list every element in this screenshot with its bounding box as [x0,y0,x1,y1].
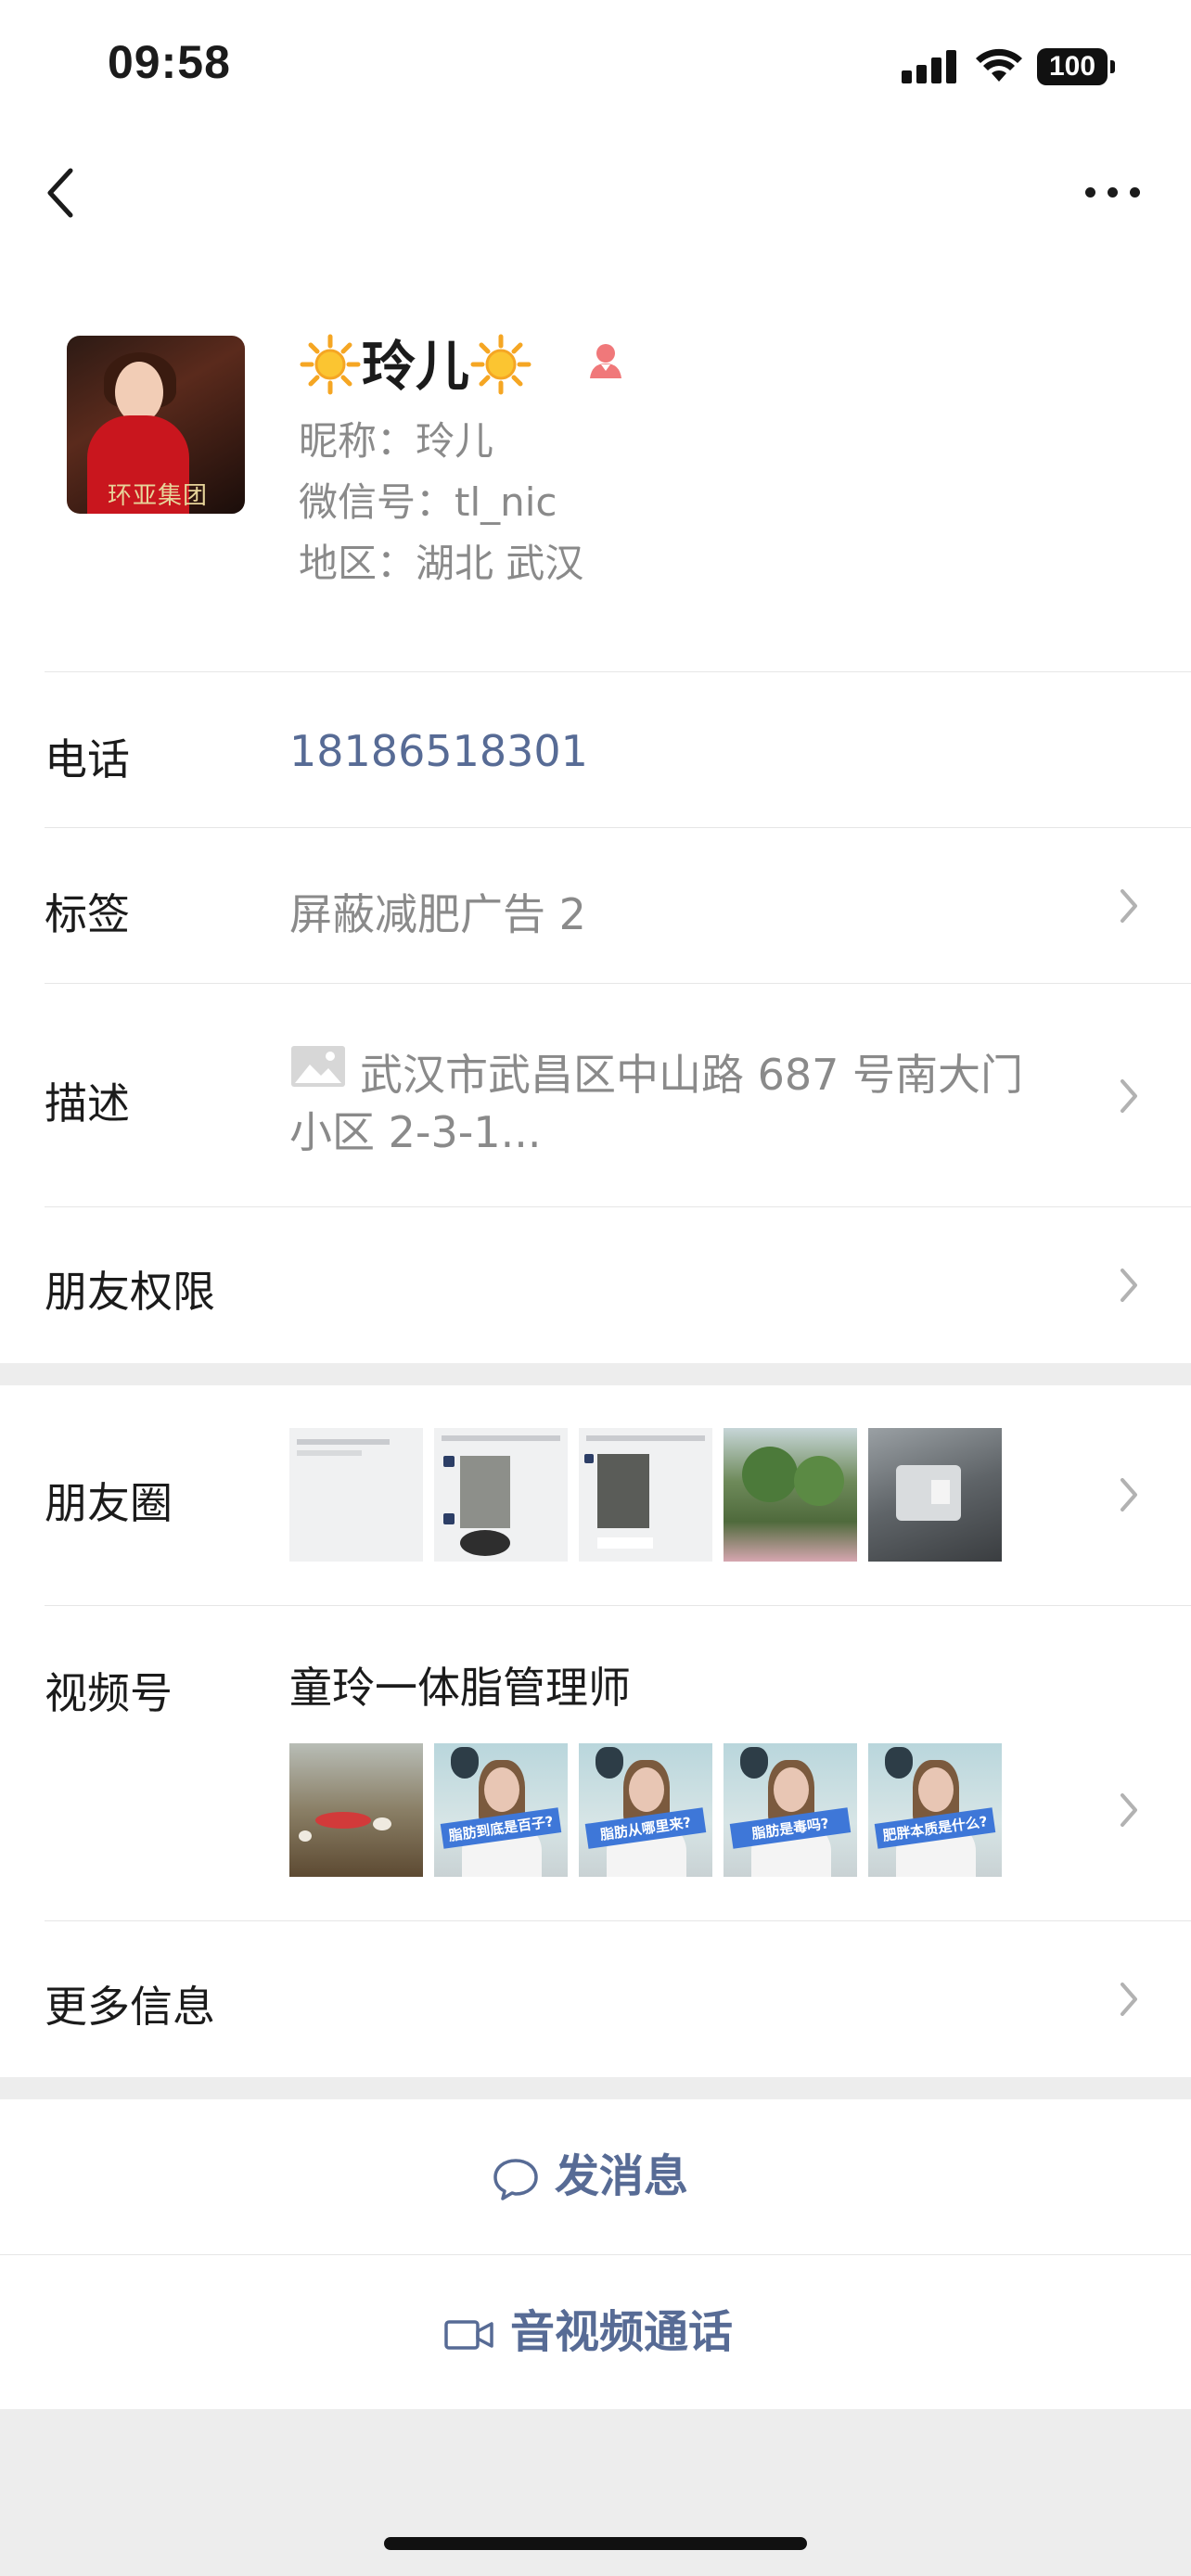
channel-video-thumbnail: 脂肪从哪里来? [579,1743,712,1877]
send-message-label: 发消息 [555,2150,689,2202]
moments-label: 朋友圈 [45,1478,173,1528]
avatar-logo-text: 环亚集团 [108,482,209,510]
cellular-signal-icon [902,50,957,83]
more-info-label: 更多信息 [45,1982,215,2032]
friend-permissions-label: 朋友权限 [45,1267,215,1317]
moments-thumbnail [289,1428,423,1562]
moments-thumbnail [434,1428,568,1562]
region-text: 地区：湖北 武汉 [299,541,584,586]
description-label: 描述 [45,1078,130,1129]
moments-thumbnail [868,1428,1002,1562]
divider [45,827,1191,828]
video-camera-icon [444,2320,493,2350]
moments-thumbnail [579,1428,712,1562]
female-gender-icon [590,344,621,378]
chevron-right-icon [1121,1079,1137,1113]
sun-emoji-icon [300,334,361,395]
chat-bubble-icon [493,2159,538,2200]
wifi-icon [976,48,1022,82]
more-options-icon[interactable] [1085,184,1141,202]
channel-video-thumbnail: 脂肪是毒吗? [724,1743,857,1877]
bottom-area [0,2409,1191,2576]
wechat-id-text: 微信号：tl_nic [299,479,557,525]
profile-name: 玲儿 [299,323,532,401]
section-gap [0,1363,1191,1385]
nickname-text: 昵称：玲儿 [299,418,494,464]
phone-number-link[interactable]: 18186518301 [289,726,588,776]
profile-header: 环亚集团 玲儿 昵称：玲儿 微信号：tl_nic 地区：湖北 武汉 [0,306,1191,672]
image-placeholder-icon [291,1046,345,1087]
channel-video-thumbnail: 脂肪到底是百子? [434,1743,568,1877]
divider [45,1920,1191,1921]
tags-value: 屏蔽减肥广告 2 [289,889,586,939]
profile-name-text: 玲儿 [362,335,470,398]
moments-thumbnail [724,1428,857,1562]
divider [45,1206,1191,1207]
battery-icon: 100 [1037,48,1115,85]
description-line-2: 小区 2-3-1... [289,1107,542,1157]
section-gap [0,2077,1191,2099]
avatar[interactable]: 环亚集团 [67,336,245,514]
divider [45,1605,1191,1606]
back-arrow-icon[interactable] [39,165,85,221]
send-message-button[interactable]: 发消息 [0,2099,1191,2253]
voice-video-call-label: 音视频通话 [510,2306,734,2358]
divider [45,671,1191,672]
description-line-1: 武汉市武昌区中山路 687 号南大门 [360,1050,1024,1100]
tags-label: 标签 [45,889,130,939]
channel-video-thumbnail [289,1743,423,1877]
home-indicator[interactable] [384,2537,807,2550]
channel-name: 童玲一体脂管理师 [289,1663,631,1713]
sun-emoji-icon [470,334,531,395]
channel-video-thumbnail: 肥胖本质是什么? [868,1743,1002,1877]
chevron-right-icon [1121,1793,1137,1827]
phone-label: 电话 [45,734,130,784]
chevron-right-icon [1121,1478,1137,1511]
chevron-right-icon [1121,889,1137,923]
channels-label: 视频号 [45,1668,173,1718]
chevron-right-icon [1121,1269,1137,1302]
divider [45,983,1191,984]
status-time: 09:58 [108,36,231,88]
voice-video-call-button[interactable]: 音视频通话 [0,2255,1191,2409]
status-bar: 09:58 100 [0,0,1191,130]
chevron-right-icon [1121,1983,1137,2016]
